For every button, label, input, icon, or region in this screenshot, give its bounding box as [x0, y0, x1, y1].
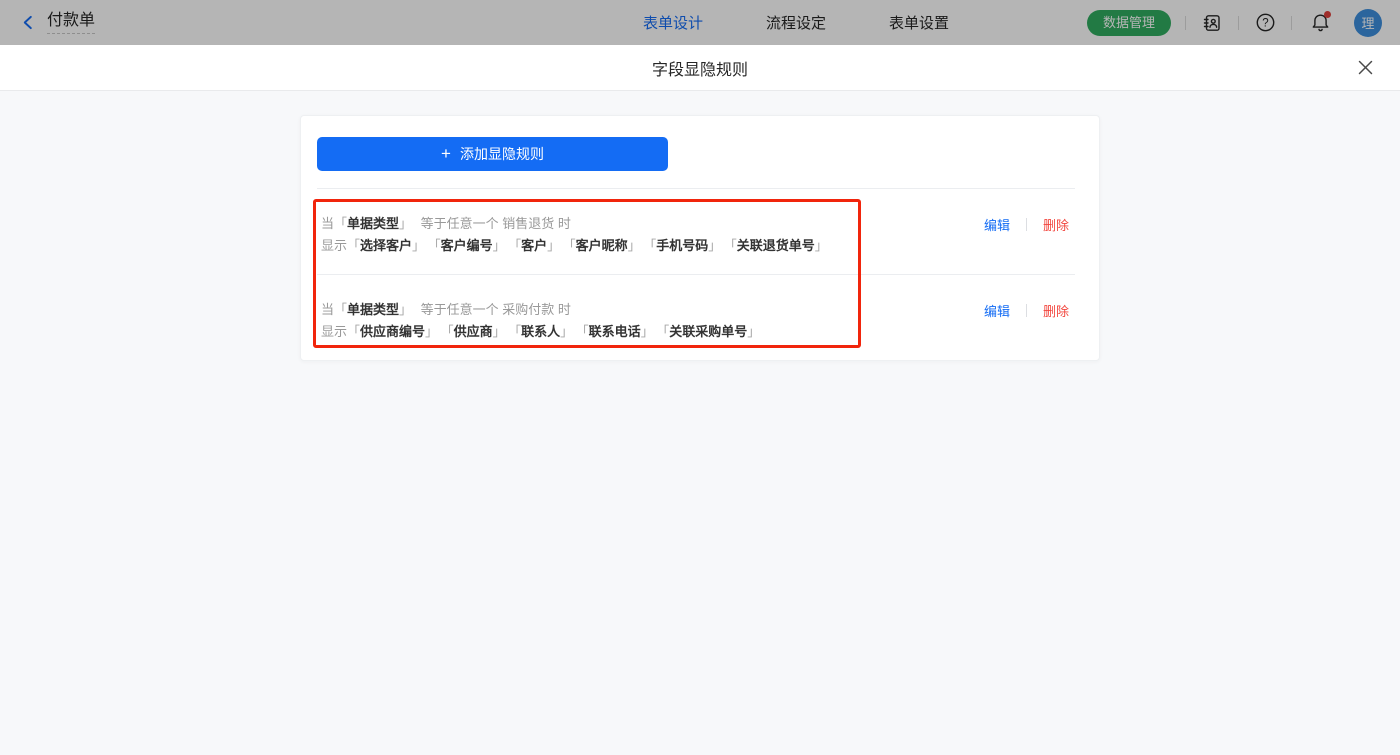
field-name: 关联退货单号 [737, 238, 815, 253]
add-rule-button-label: 添加显隐规则 [460, 144, 544, 164]
field-chip: 「关联退货单号」 [730, 238, 828, 253]
field-name: 客户编号 [441, 238, 493, 253]
modal-body: + 添加显隐规则 当「单据类型」 等于任意一个 销售退货 时 显示「选择客户」「… [0, 91, 1400, 755]
bracket-close: 」 [641, 324, 654, 339]
field-name: 供应商编号 [360, 324, 425, 339]
bracket-close: 」 [708, 238, 721, 253]
help-icon[interactable]: ? [1253, 11, 1277, 35]
address-book-icon[interactable] [1200, 11, 1224, 35]
topbar-divider [1238, 16, 1239, 30]
back-button[interactable] [21, 15, 36, 30]
rule-description: 当「单据类型」 等于任意一个 采购付款 时 显示「供应商编号」「供应商」「联系人… [321, 299, 760, 360]
field-chip: 「联系人」 [515, 324, 574, 339]
notification-dot [1324, 11, 1331, 18]
data-manage-button[interactable]: 数据管理 [1087, 10, 1171, 36]
delete-rule-link[interactable]: 删除 [1043, 215, 1069, 234]
action-divider [1026, 218, 1027, 231]
bracket-open: 「 [347, 324, 360, 339]
bracket-close: 」 [399, 302, 412, 317]
bracket-close: 」 [815, 238, 828, 253]
field-chip: 「手机号码」 [650, 238, 722, 253]
modal-title: 字段显隐规则 [652, 56, 748, 80]
bell-icon[interactable] [1308, 11, 1332, 35]
topbar-right: 数据管理 ? 理 [1087, 9, 1400, 37]
field-chip: 「单据类型」 [334, 216, 412, 231]
topbar-left: 付款单 [0, 12, 95, 34]
field-name: 选择客户 [360, 238, 412, 253]
close-icon[interactable] [1355, 58, 1375, 78]
topbar-divider [1185, 16, 1186, 30]
rule-row: 当「单据类型」 等于任意一个 采购付款 时 显示「供应商编号」「供应商」「联系人… [317, 275, 1075, 360]
tab-process-setup[interactable]: 流程设定 [766, 12, 826, 33]
field-chip: 「关联采购单号」 [663, 324, 761, 339]
rule-row: 当「单据类型」 等于任意一个 销售退货 时 显示「选择客户」「客户编号」「客户」… [317, 189, 1075, 274]
rule-actions: 编辑 删除 [984, 299, 1069, 360]
field-chip: 「客户编号」 [434, 238, 506, 253]
rule-show-fields-line: 显示「选择客户」「客户编号」「客户」「客户昵称」「手机号码」「关联退货单号」 [321, 235, 828, 257]
edit-rule-link[interactable]: 编辑 [984, 215, 1010, 234]
rules-card: + 添加显隐规则 当「单据类型」 等于任意一个 销售退货 时 显示「选择客户」「… [300, 115, 1100, 361]
field-name: 供应商 [454, 324, 493, 339]
field-name: 联系电话 [589, 324, 641, 339]
field-chip: 「供应商」 [447, 324, 506, 339]
field-name: 关联采购单号 [669, 324, 747, 339]
show-label: 显示 [321, 238, 347, 253]
rule-description: 当「单据类型」 等于任意一个 销售退货 时 显示「选择客户」「客户编号」「客户」… [321, 213, 828, 274]
avatar[interactable]: 理 [1354, 9, 1382, 37]
field-name: 客户 [521, 238, 547, 253]
bracket-close: 」 [493, 238, 506, 253]
field-chip: 「选择客户」 [347, 238, 425, 253]
field-chip: 「客户昵称」 [569, 238, 641, 253]
bracket-open: 「 [334, 216, 347, 231]
field-chip: 「单据类型」 [334, 302, 412, 317]
bracket-close: 」 [747, 324, 760, 339]
rule-actions: 编辑 删除 [984, 213, 1069, 274]
tab-form-design[interactable]: 表单设计 [643, 12, 703, 33]
bracket-open: 「 [334, 302, 347, 317]
action-divider [1026, 304, 1027, 317]
rule-condition-line: 当「单据类型」 等于任意一个 销售退货 时 [321, 213, 828, 235]
edit-rule-link[interactable]: 编辑 [984, 301, 1010, 320]
topbar-tabs: 表单设计 流程设定 表单设置 [643, 0, 949, 45]
topbar-divider [1291, 16, 1292, 30]
field-chip: 「联系电话」 [582, 324, 654, 339]
field-name: 单据类型 [347, 216, 399, 231]
condition-text: 等于任意一个 采购付款 时 [417, 302, 571, 317]
add-rule-button[interactable]: + 添加显隐规则 [317, 137, 668, 171]
bracket-close: 」 [560, 324, 573, 339]
when-label: 当 [321, 302, 334, 317]
topbar: 付款单 表单设计 流程设定 表单设置 数据管理 ? [0, 0, 1400, 45]
bracket-close: 」 [412, 238, 425, 253]
field-name: 客户昵称 [576, 238, 628, 253]
field-name: 单据类型 [347, 302, 399, 317]
tab-form-settings[interactable]: 表单设置 [889, 12, 949, 33]
field-chip: 「供应商编号」 [347, 324, 438, 339]
bracket-close: 」 [628, 238, 641, 253]
field-name: 联系人 [521, 324, 560, 339]
bracket-close: 」 [493, 324, 506, 339]
delete-rule-link[interactable]: 删除 [1043, 301, 1069, 320]
bracket-close: 」 [547, 238, 560, 253]
condition-text: 等于任意一个 销售退货 时 [417, 216, 571, 231]
bracket-close: 」 [425, 324, 438, 339]
bracket-close: 」 [399, 216, 412, 231]
form-title[interactable]: 付款单 [47, 12, 95, 34]
field-chip: 「客户」 [515, 238, 561, 253]
when-label: 当 [321, 216, 334, 231]
svg-text:?: ? [1262, 18, 1268, 30]
back-chevron-icon [21, 15, 36, 30]
rules-list: 当「单据类型」 等于任意一个 销售退货 时 显示「选择客户」「客户编号」「客户」… [317, 189, 1075, 360]
rule-condition-line: 当「单据类型」 等于任意一个 采购付款 时 [321, 299, 760, 321]
rule-show-fields-line: 显示「供应商编号」「供应商」「联系人」「联系电话」「关联采购单号」 [321, 321, 760, 343]
field-name: 手机号码 [656, 238, 708, 253]
bracket-open: 「 [347, 238, 360, 253]
show-label: 显示 [321, 324, 347, 339]
modal-header: 字段显隐规则 [0, 45, 1400, 91]
plus-icon: + [441, 145, 451, 162]
